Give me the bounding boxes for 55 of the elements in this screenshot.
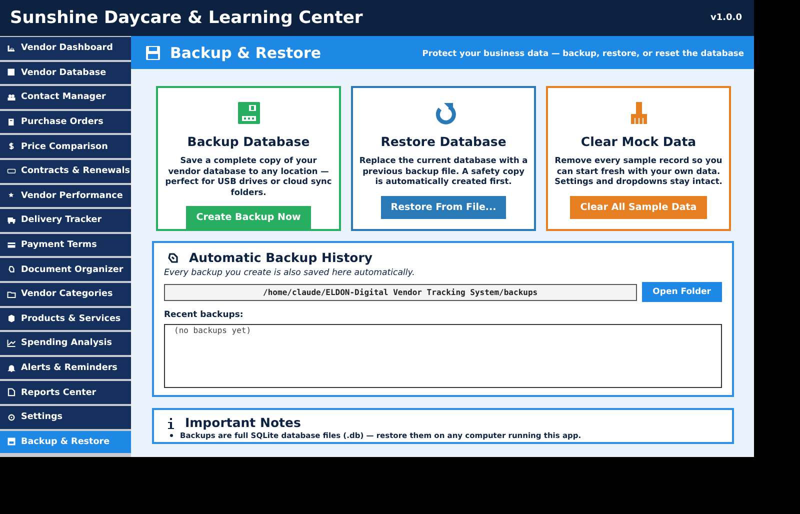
card-description: Save a complete copy of your vendor database to any location — perfect for USB drives or cloud sync folders. [164,155,333,197]
floppy-icon [7,437,16,446]
card-description: Replace the current database with a previous backup file. A safety copy is automatically created first. [358,155,529,186]
sidebar-item[interactable]: Delivery Tracker [0,209,131,232]
version-label: v1.0.0 [710,13,742,23]
sidebar-item[interactable]: Vendor Dashboard [0,37,131,60]
star-icon [7,191,16,200]
floppy-icon [236,101,260,125]
panel-title: Automatic Backup History [189,250,373,265]
card-icon [7,240,16,250]
card-title: Restore Database [380,134,506,149]
square-icon [7,68,16,78]
floppy-icon [145,44,161,60]
truck-icon [7,216,16,225]
sidebar-item[interactable]: Vendor Performance [0,184,131,208]
sidebar-item[interactable]: Contracts & Renewals [0,160,131,183]
trend-icon [7,338,16,348]
panel-note: Every backup you create is also saved here automatically. [164,268,416,278]
sidebar-item[interactable]: Settings [0,406,131,428]
sidebar-item[interactable]: Purchase Orders [0,110,131,134]
sidebar-item[interactable]: Price Comparison [0,135,131,158]
document-icon [7,388,16,398]
card-title: Backup Database [187,134,310,149]
box-icon [7,314,16,324]
info-icon [167,416,175,428]
folder-icon [7,290,16,299]
people-icon [7,92,16,102]
list-label: Recent backups: [164,310,244,320]
bullet-icon [170,434,173,437]
sidebar-item[interactable]: Reports Center [0,381,131,404]
sidebar-item[interactable]: Vendor Database [0,62,131,84]
sidebar-item[interactable]: Payment Terms [0,234,131,256]
sidebar-item[interactable]: Contact Manager [0,86,131,109]
path-field[interactable]: /home/claude/ELDON-Digital Vendor Tracking System/backups [164,284,637,300]
list-item: (no backups yet) [174,326,252,335]
gear-icon [7,412,16,422]
clipboard-icon [7,118,16,127]
bell-icon [7,364,16,373]
card-title: Clear Mock Data [580,134,696,149]
card-description: Remove every sample record so you can start fresh with your own data. Settings and dropdowns stay intact. [554,155,724,186]
sidebar-item[interactable]: Products & Services [0,308,131,330]
sidebar-item[interactable]: Alerts & Reminders [0,356,131,380]
page-title: Backup & Restore [170,44,322,62]
page-subtitle: Protect your business data — backup, restore, or reset the database [422,48,744,58]
sidebar-item[interactable]: Spending Analysis [0,332,131,355]
action-button[interactable]: Restore From File... [380,196,506,218]
sidebar-item[interactable]: Vendor Categories [0,282,131,306]
open-folder-button[interactable]: Open Folder [642,282,722,302]
backup-list[interactable]: (no backups yet) [164,324,722,388]
app-title: Sunshine Daycare & Learning Center [10,8,363,28]
sidebar-item[interactable]: Document Organizer [0,258,131,281]
dollar-icon [7,142,16,152]
panel-title: Important Notes [185,415,301,430]
chart-icon [7,44,16,53]
sidebar-item[interactable]: Backup & Restore [0,430,131,454]
